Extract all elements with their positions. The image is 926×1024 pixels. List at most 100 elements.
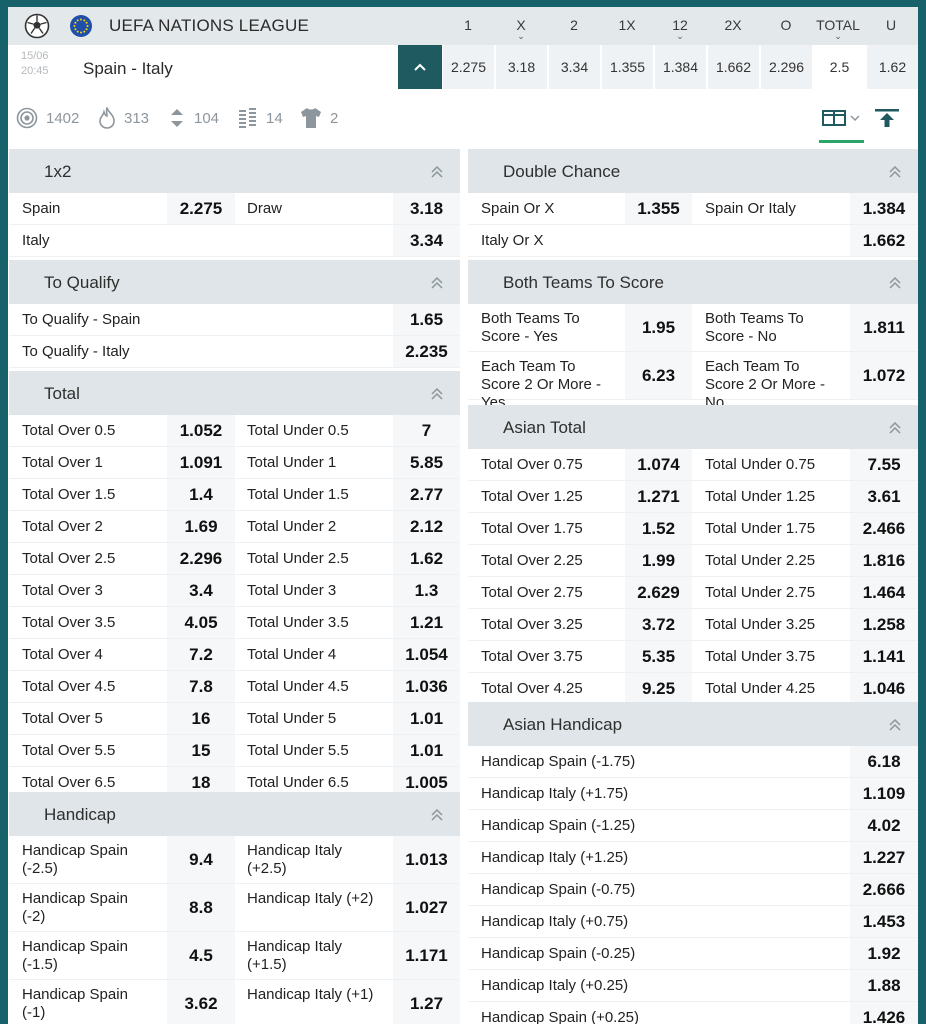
odd-value[interactable]: 1.109: [850, 778, 918, 809]
odd-value[interactable]: 1.074: [625, 449, 692, 480]
selection-label[interactable]: Handicap Italy (+1.75): [481, 785, 628, 802]
selection-label[interactable]: Handicap Spain (-0.25): [481, 945, 635, 962]
odd-value[interactable]: 7.2: [167, 639, 235, 670]
odd-value[interactable]: 6.23: [625, 352, 692, 399]
selection-label[interactable]: Total Over 1.5: [22, 486, 115, 503]
selection-label[interactable]: Total Over 1.75: [481, 520, 583, 537]
selection-label[interactable]: Handicap Italy (+1): [247, 986, 377, 1004]
selection-label[interactable]: Both Teams To Score - Yes: [481, 310, 611, 346]
market-header[interactable]: Both Teams To Score: [468, 260, 918, 304]
col-header-total[interactable]: TOTAL ⌄: [812, 17, 864, 41]
selection-label[interactable]: Both Teams To Score - No: [705, 310, 835, 346]
stat-updown[interactable]: 104: [168, 107, 219, 129]
odd-value[interactable]: 1.21: [393, 607, 460, 638]
odd-value[interactable]: 1.3: [393, 575, 460, 606]
selection-label[interactable]: Spain: [22, 200, 60, 217]
col-header-x[interactable]: X ⌄: [495, 17, 547, 41]
selection-label[interactable]: Italy Or X: [481, 232, 544, 249]
odd-value[interactable]: 5.35: [625, 641, 692, 672]
selection-label[interactable]: To Qualify - Italy: [22, 343, 130, 360]
odd-value[interactable]: 4.02: [850, 810, 918, 841]
odd-value[interactable]: 16: [167, 703, 235, 734]
odd-value[interactable]: 7.8: [167, 671, 235, 702]
col-header-1x[interactable]: 1X: [601, 17, 653, 33]
selection-label[interactable]: Total Under 2.25: [705, 552, 815, 569]
selection-label[interactable]: Total Under 1.5: [247, 486, 349, 503]
odd-2[interactable]: 3.34: [549, 45, 600, 89]
selection-label[interactable]: Each Team To Score 2 Or More - Yes: [481, 358, 611, 412]
selection-label[interactable]: Total Under 3.75: [705, 648, 815, 665]
selection-label[interactable]: Total Under 1.75: [705, 520, 815, 537]
selection-label[interactable]: Total Under 0.75: [705, 456, 815, 473]
selection-label[interactable]: Total Over 5: [22, 710, 103, 727]
selection-label[interactable]: Total Under 1: [247, 454, 336, 471]
odd-value[interactable]: 1.464: [850, 577, 918, 608]
selection-label[interactable]: Handicap Italy (+0.25): [481, 977, 628, 994]
pin-top-icon[interactable]: [872, 107, 902, 131]
selection-label[interactable]: Handicap Italy (+1.5): [247, 938, 377, 974]
market-header[interactable]: Double Chance: [468, 149, 918, 193]
odd-value[interactable]: 4.5: [167, 932, 235, 979]
odd-value[interactable]: 2.235: [393, 336, 460, 367]
double-chevron-up-icon[interactable]: [430, 276, 444, 290]
selection-label[interactable]: Total Under 0.5: [247, 422, 349, 439]
double-chevron-up-icon[interactable]: [888, 165, 902, 179]
col-header-2[interactable]: 2: [548, 17, 600, 33]
odd-value[interactable]: 1.69: [167, 511, 235, 542]
odd-value[interactable]: 3.18: [393, 193, 460, 224]
selection-label[interactable]: Total Under 6.5: [247, 774, 349, 791]
col-header-1[interactable]: 1: [442, 17, 494, 33]
selection-label[interactable]: Total Over 1.25: [481, 488, 583, 505]
odd-value[interactable]: 3.61: [850, 481, 918, 512]
selection-label[interactable]: Total Over 4.5: [22, 678, 115, 695]
stat-markets[interactable]: 1402: [16, 107, 79, 129]
selection-label[interactable]: Total Under 5.5: [247, 742, 349, 759]
selection-label[interactable]: Spain Or Italy: [705, 200, 796, 217]
odd-value[interactable]: 1.92: [850, 938, 918, 969]
selection-label[interactable]: Handicap Spain (-0.75): [481, 881, 635, 898]
selection-label[interactable]: Total Under 4.25: [705, 680, 815, 697]
odd-value[interactable]: 1.091: [167, 447, 235, 478]
selection-label[interactable]: Total Over 0.75: [481, 456, 583, 473]
odd-value[interactable]: 6.18: [850, 746, 918, 777]
double-chevron-up-icon[interactable]: [430, 387, 444, 401]
odd-value[interactable]: 15: [167, 735, 235, 766]
odd-1[interactable]: 2.275: [443, 45, 494, 89]
selection-label[interactable]: Total Over 3.25: [481, 616, 583, 633]
stat-shirt[interactable]: 2: [300, 107, 338, 129]
odd-value[interactable]: 1.355: [625, 193, 692, 224]
selection-label[interactable]: Handicap Spain (-1.75): [481, 753, 635, 770]
odd-value[interactable]: 1.271: [625, 481, 692, 512]
odd-value[interactable]: 1.227: [850, 842, 918, 873]
market-header[interactable]: Asian Handicap: [468, 702, 918, 746]
match-row[interactable]: 15/06 20:45 Spain - Italy 2.275 3.18 3.3…: [8, 45, 918, 89]
selection-label[interactable]: Total Over 4.25: [481, 680, 583, 697]
odd-value[interactable]: 1.036: [393, 671, 460, 702]
stat-hot[interactable]: 313: [98, 107, 149, 129]
double-chevron-up-icon[interactable]: [888, 718, 902, 732]
selection-label[interactable]: Total Under 3.5: [247, 614, 349, 631]
selection-label[interactable]: Total Over 3.75: [481, 648, 583, 665]
selection-label[interactable]: Total Over 3: [22, 582, 103, 599]
odd-value[interactable]: 7: [393, 415, 460, 446]
odd-value[interactable]: 3.34: [393, 225, 460, 256]
match-teams[interactable]: Spain - Italy: [83, 59, 173, 79]
selection-label[interactable]: Total Over 5.5: [22, 742, 115, 759]
odd-value[interactable]: 1.046: [850, 673, 918, 704]
odd-2x[interactable]: 1.662: [708, 45, 759, 89]
odd-value[interactable]: 1.052: [167, 415, 235, 446]
selection-label[interactable]: Total Over 0.5: [22, 422, 115, 439]
market-header[interactable]: Handicap: [9, 792, 460, 836]
selection-label[interactable]: Spain Or X: [481, 200, 554, 217]
odd-1x[interactable]: 1.355: [602, 45, 653, 89]
selection-label[interactable]: Total Under 4: [247, 646, 336, 663]
selection-label[interactable]: Handicap Spain (-2): [22, 890, 152, 926]
selection-label[interactable]: Total Over 2.5: [22, 550, 115, 567]
double-chevron-up-icon[interactable]: [430, 808, 444, 822]
odd-value[interactable]: 1.453: [850, 906, 918, 937]
odd-value[interactable]: 2.77: [393, 479, 460, 510]
odd-value[interactable]: 1.013: [393, 836, 460, 883]
odd-value[interactable]: 2.12: [393, 511, 460, 542]
col-header-12[interactable]: 12 ⌄: [654, 17, 706, 41]
selection-label[interactable]: Total Under 5: [247, 710, 336, 727]
